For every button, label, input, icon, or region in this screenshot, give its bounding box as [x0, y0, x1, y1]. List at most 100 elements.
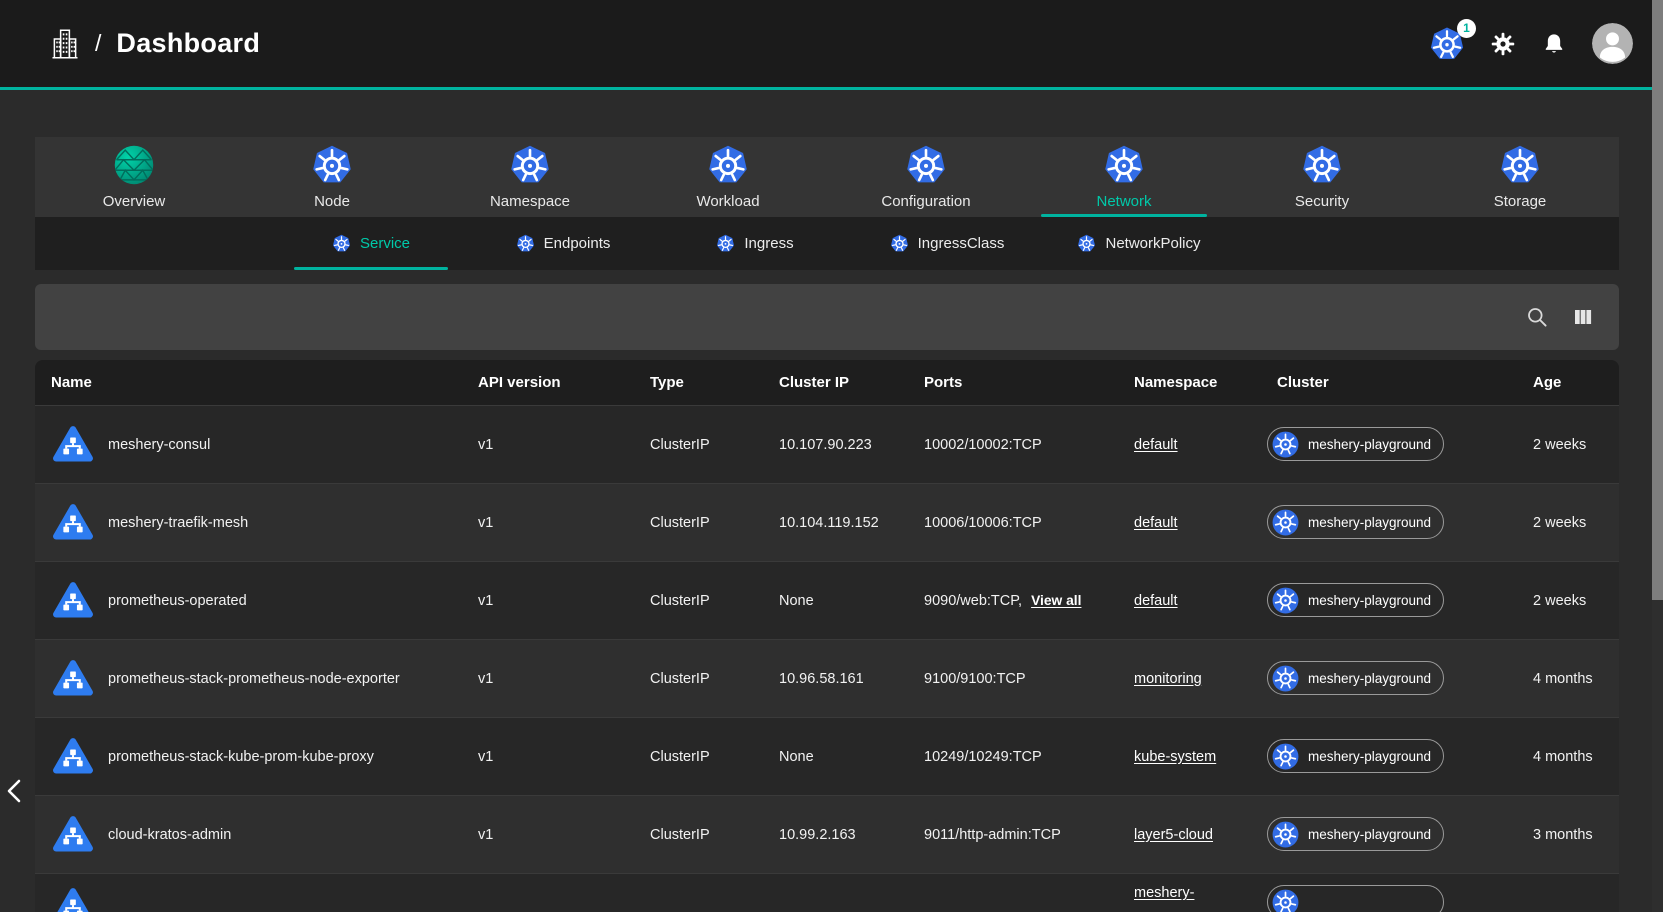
- table-row[interactable]: prometheus-operated v1 ClusterIP None 90…: [35, 562, 1619, 640]
- user-avatar-button[interactable]: [1592, 23, 1633, 64]
- cluster-chip[interactable]: meshery-playground: [1267, 661, 1444, 695]
- column-header-cluster[interactable]: Cluster: [1267, 374, 1533, 391]
- cluster-cell: meshery-playground: [1267, 505, 1533, 540]
- tab-storage[interactable]: Storage: [1421, 137, 1619, 217]
- breadcrumb-separator: /: [95, 30, 101, 57]
- cluster-ip-cell: 10.96.58.161: [779, 671, 924, 687]
- kubernetes-context-button[interactable]: 1: [1429, 26, 1465, 62]
- organization-icon[interactable]: [50, 27, 80, 61]
- service-name: meshery-consul: [108, 437, 210, 453]
- namespace-link[interactable]: monitoring: [1134, 671, 1202, 687]
- tab-network[interactable]: Network: [1025, 137, 1223, 217]
- cluster-cell: meshery-playground: [1267, 817, 1533, 852]
- cluster-chip-label: meshery-playground: [1308, 593, 1431, 608]
- namespace-cell: kube-system: [1134, 749, 1267, 765]
- scrollbar[interactable]: [1652, 0, 1663, 912]
- age-cell: 2 weeks: [1533, 437, 1619, 453]
- type-cell: ClusterIP: [650, 671, 779, 687]
- subtab-label: Ingress: [744, 235, 793, 252]
- cluster-cell: meshery-playground: [1267, 661, 1533, 696]
- namespace-link[interactable]: default: [1134, 515, 1178, 531]
- collapse-drawer-button[interactable]: [1, 774, 27, 808]
- tab-configuration[interactable]: Configuration: [827, 137, 1025, 217]
- subtab-service[interactable]: Service: [275, 217, 467, 270]
- kubernetes-icon: [509, 144, 551, 186]
- kubernetes-icon: [1272, 743, 1299, 770]
- cluster-chip-label: meshery-playground: [1308, 437, 1431, 452]
- column-header-cluster-ip[interactable]: Cluster IP: [779, 374, 924, 391]
- subtab-ingressclass[interactable]: IngressClass: [851, 217, 1043, 270]
- namespace-link[interactable]: default: [1134, 437, 1178, 453]
- cluster-chip[interactable]: meshery-playground: [1267, 583, 1444, 617]
- column-header-namespace[interactable]: Namespace: [1134, 374, 1267, 391]
- scrollbar-thumb[interactable]: [1652, 0, 1663, 600]
- ports-cell: 9100/9100:TCP: [924, 671, 1134, 687]
- age-cell: 2 weeks: [1533, 515, 1619, 531]
- tab-workload[interactable]: Workload: [629, 137, 827, 217]
- columns-icon: [1571, 305, 1595, 329]
- namespace-cell: default: [1134, 515, 1267, 531]
- subtab-label: Service: [360, 235, 410, 252]
- column-header-api-version[interactable]: API version: [478, 374, 650, 391]
- column-header-type[interactable]: Type: [650, 374, 779, 391]
- cluster-cell: [1267, 885, 1533, 912]
- ports-value: 10006/10006:TCP: [924, 515, 1042, 531]
- table-row[interactable]: prometheus-stack-kube-prom-kube-proxy v1…: [35, 718, 1619, 796]
- namespace-link[interactable]: meshery-: [1134, 885, 1194, 901]
- name-cell: meshery-traefik-mesh: [35, 501, 478, 545]
- subtab-ingress[interactable]: Ingress: [659, 217, 851, 270]
- namespace-link[interactable]: default: [1134, 593, 1178, 609]
- notifications-button[interactable]: [1541, 31, 1567, 57]
- name-cell: prometheus-stack-prometheus-node-exporte…: [35, 657, 478, 701]
- cluster-chip[interactable]: [1267, 885, 1444, 912]
- type-cell: ClusterIP: [650, 593, 779, 609]
- table-row[interactable]: meshery-: [35, 874, 1619, 912]
- tab-overview[interactable]: Overview: [35, 137, 233, 217]
- age-cell: 3 months: [1533, 827, 1619, 843]
- table-row[interactable]: meshery-consul v1 ClusterIP 10.107.90.22…: [35, 406, 1619, 484]
- subtab-networkpolicy[interactable]: NetworkPolicy: [1043, 217, 1235, 270]
- kubernetes-icon: [707, 144, 749, 186]
- cluster-ip-cell: 10.99.2.163: [779, 827, 924, 843]
- table-row[interactable]: cloud-kratos-admin v1 ClusterIP 10.99.2.…: [35, 796, 1619, 874]
- api-version-cell: v1: [478, 827, 650, 843]
- kubernetes-icon: [1272, 665, 1299, 692]
- column-header-ports[interactable]: Ports: [924, 374, 1134, 391]
- name-cell: cloud-kratos-admin: [35, 813, 478, 857]
- table-row[interactable]: prometheus-stack-prometheus-node-exporte…: [35, 640, 1619, 718]
- cluster-chip-label: meshery-playground: [1308, 671, 1431, 686]
- tab-label: Overview: [103, 193, 166, 210]
- view-columns-button[interactable]: [1571, 305, 1595, 329]
- kubernetes-icon: [1272, 509, 1299, 536]
- namespace-link[interactable]: kube-system: [1134, 749, 1216, 765]
- column-header-age[interactable]: Age: [1533, 374, 1619, 391]
- service-icon: [51, 885, 95, 912]
- kubernetes-icon: [1077, 234, 1096, 253]
- age-cell: 4 months: [1533, 749, 1619, 765]
- tab-label: Namespace: [490, 193, 570, 210]
- ports-cell: 10249/10249:TCP: [924, 749, 1134, 765]
- settings-button[interactable]: [1490, 31, 1516, 57]
- tab-namespace[interactable]: Namespace: [431, 137, 629, 217]
- column-header-name[interactable]: Name: [35, 374, 478, 391]
- search-button[interactable]: [1525, 305, 1549, 329]
- table-row[interactable]: meshery-traefik-mesh v1 ClusterIP 10.104…: [35, 484, 1619, 562]
- subtab-endpoints[interactable]: Endpoints: [467, 217, 659, 270]
- tab-node[interactable]: Node: [233, 137, 431, 217]
- table-header-row: Name API version Type Cluster IP Ports N…: [35, 360, 1619, 406]
- namespace-link[interactable]: layer5-cloud: [1134, 827, 1213, 843]
- tab-security[interactable]: Security: [1223, 137, 1421, 217]
- service-icon: [51, 501, 95, 545]
- tab-label: Storage: [1494, 193, 1547, 210]
- view-all-link[interactable]: View all: [1031, 593, 1081, 608]
- cluster-chip[interactable]: meshery-playground: [1267, 817, 1444, 851]
- cluster-chip[interactable]: meshery-playground: [1267, 505, 1444, 539]
- bell-icon: [1541, 31, 1567, 57]
- tab-label: Workload: [696, 193, 759, 210]
- kubernetes-icon: [516, 234, 535, 253]
- kubernetes-icon: [716, 234, 735, 253]
- ports-value: 9090/web:TCP,: [924, 593, 1022, 609]
- cluster-chip[interactable]: meshery-playground: [1267, 739, 1444, 773]
- ports-value: 10002/10002:TCP: [924, 437, 1042, 453]
- cluster-chip[interactable]: meshery-playground: [1267, 427, 1444, 461]
